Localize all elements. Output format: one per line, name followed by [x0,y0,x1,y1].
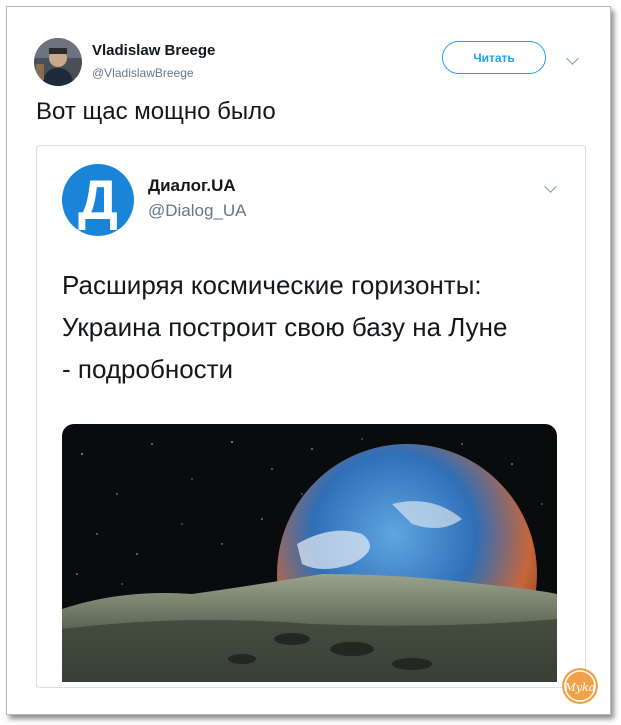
tweet-text: Вот щас мощно было [36,98,276,125]
follow-button[interactable]: Читать [442,41,546,74]
logo-letter: Д [78,168,118,231]
watermark-text: Myka [564,681,596,694]
author-handle[interactable]: @VladislawBreege [92,66,194,80]
author-name[interactable]: Vladislaw Breege [92,42,215,59]
quoted-text-line: Расширяя космические горизонты: [62,270,482,300]
quoted-tweet-text: Расширяя космические горизонты: Украина … [62,264,562,390]
quoted-author-name[interactable]: Диалог.UA [148,176,236,196]
watermark-logo: Myka [561,667,599,705]
earth-over-moon-image[interactable] [62,424,557,682]
author-avatar[interactable] [34,38,82,86]
quoted-author-logo[interactable]: Д [62,164,134,236]
quoted-text-line: - подробности [62,354,234,384]
quoted-author-handle[interactable]: @Dialog_UA [148,201,247,221]
quoted-text-line: Украина построит свою базу на Луне [62,312,508,342]
